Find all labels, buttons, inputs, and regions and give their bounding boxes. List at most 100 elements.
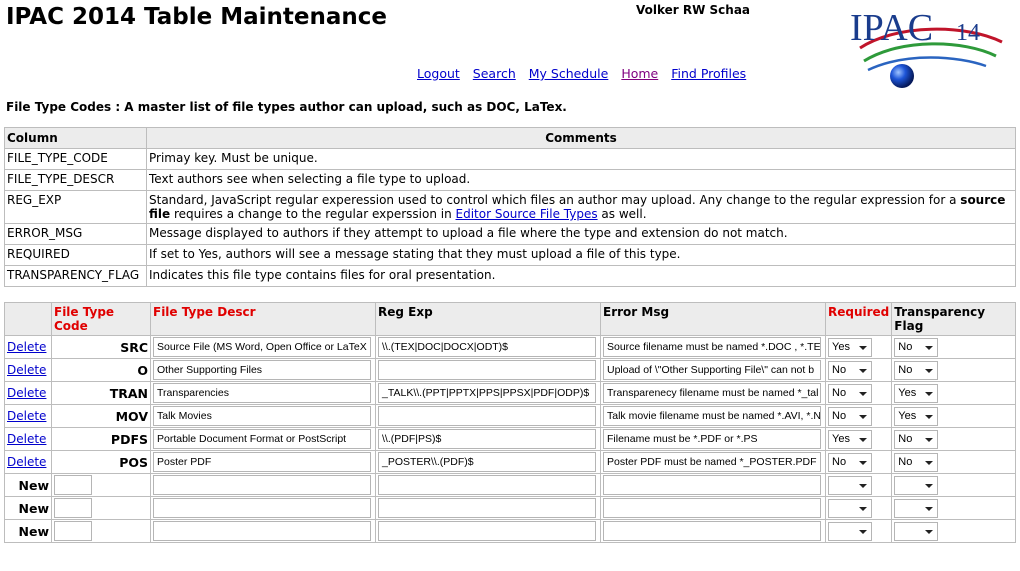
- delete-link[interactable]: Delete: [7, 455, 46, 469]
- transparency-select[interactable]: [894, 475, 939, 495]
- regexp-input[interactable]: _POSTER\\.(PDF)$: [378, 452, 596, 472]
- transparency-select[interactable]: No: [894, 429, 939, 449]
- required-select[interactable]: [828, 521, 872, 541]
- error-input[interactable]: Upload of \"Other Supporting File\" can …: [603, 360, 821, 380]
- descr-input[interactable]: [153, 475, 371, 495]
- action-cell: Delete: [4, 381, 52, 405]
- chevron-down-icon: [859, 391, 867, 396]
- column-comment: Indicates this file type contains files …: [146, 265, 1016, 287]
- regexp-cell: [375, 473, 601, 497]
- transparency-select[interactable]: No: [894, 452, 939, 472]
- regexp-cell: \\.(TEX|DOC|DOCX|ODT)$: [375, 335, 601, 359]
- top-nav: Logout Search My Schedule Home Find Prof…: [417, 66, 755, 81]
- required-header: Required: [824, 302, 893, 336]
- transparency-select[interactable]: Yes: [894, 406, 939, 426]
- regexp-cell: [375, 358, 601, 382]
- regexp-input[interactable]: _TALK\\.(PPT|PPTX|PPS|PPSX|PDF|ODP)$: [378, 383, 596, 403]
- table-row: Delete MOV Talk Movies Talk movie filename …: [4, 404, 1016, 428]
- regexp-input[interactable]: [378, 360, 596, 380]
- nav-search-link[interactable]: Search: [473, 66, 516, 81]
- nav-home-link[interactable]: Home: [621, 66, 658, 81]
- code-input[interactable]: [54, 475, 92, 495]
- required-select[interactable]: Yes: [828, 337, 872, 357]
- required-select[interactable]: No: [828, 383, 872, 403]
- error-input[interactable]: [603, 475, 821, 495]
- chevron-down-icon: [925, 391, 934, 396]
- error-input[interactable]: [603, 521, 821, 541]
- regexp-input[interactable]: \\.(TEX|DOC|DOCX|ODT)$: [378, 337, 596, 357]
- transparency-select[interactable]: [894, 521, 939, 541]
- code-input[interactable]: [54, 521, 92, 541]
- descr-input[interactable]: Other Supporting Files: [153, 360, 371, 380]
- delete-link[interactable]: Delete: [7, 432, 46, 446]
- code-cell: [51, 519, 151, 543]
- regexp-input[interactable]: [378, 521, 596, 541]
- code-input[interactable]: [54, 498, 92, 518]
- descr-input[interactable]: Transparencies: [153, 383, 371, 403]
- code-cell: TRAN: [51, 381, 151, 405]
- column-comment: Message displayed to authors if they att…: [146, 223, 1016, 245]
- descr-input[interactable]: Poster PDF: [153, 452, 371, 472]
- required-cell: [824, 496, 893, 520]
- code-cell: SRC: [51, 335, 151, 359]
- descr-input[interactable]: [153, 498, 371, 518]
- regexp-cell: _POSTER\\.(PDF)$: [375, 450, 601, 474]
- new-label: New: [4, 473, 52, 497]
- error-input[interactable]: Source filename must be named *.DOC , *.…: [603, 337, 821, 357]
- column-comment: If set to Yes, authors will see a messag…: [146, 244, 1016, 266]
- action-cell: Delete: [4, 358, 52, 382]
- logo-subtext: 14: [956, 20, 980, 46]
- required-select[interactable]: No: [828, 360, 872, 380]
- logo-swoosh-blue: [867, 56, 987, 72]
- regexp-cell: _TALK\\.(PPT|PPTX|PPS|PPSX|PDF|ODP)$: [375, 381, 601, 405]
- transparency-select[interactable]: No: [894, 337, 939, 357]
- transparency-select[interactable]: No: [894, 360, 939, 380]
- descr-cell: Source File (MS Word, Open Office or LaT…: [150, 335, 376, 359]
- nav-find-profiles-link[interactable]: Find Profiles: [671, 66, 746, 81]
- nav-logout-link[interactable]: Logout: [417, 66, 460, 81]
- required-select[interactable]: Yes: [828, 429, 872, 449]
- delete-link[interactable]: Delete: [7, 409, 46, 423]
- selected-value: No: [898, 363, 913, 376]
- transparency-cell: No: [891, 358, 1016, 382]
- required-select[interactable]: [828, 498, 872, 518]
- error-input[interactable]: Filename must be *.PDF or *.PS: [603, 429, 821, 449]
- descr-input[interactable]: Source File (MS Word, Open Office or LaT…: [153, 337, 371, 357]
- column-name: REQUIRED: [4, 244, 147, 266]
- descr-input[interactable]: [153, 521, 371, 541]
- column-comment: Text authors see when selecting a file t…: [146, 169, 1016, 191]
- regexp-input[interactable]: [378, 475, 596, 495]
- chevron-down-icon: [925, 506, 934, 511]
- table-description: File Type Codes : A master list of file …: [6, 100, 567, 114]
- column-name: REG_EXP: [4, 190, 147, 224]
- required-select[interactable]: No: [828, 406, 872, 426]
- regexp-input[interactable]: [378, 406, 596, 426]
- error-cell: Filename must be *.PDF or *.PS: [600, 427, 826, 451]
- regexp-input[interactable]: [378, 498, 596, 518]
- chevron-down-icon: [925, 368, 934, 373]
- required-select[interactable]: No: [828, 452, 872, 472]
- required-select[interactable]: [828, 475, 872, 495]
- descr-input[interactable]: Portable Document Format or PostScript: [153, 429, 371, 449]
- transparency-select[interactable]: [894, 498, 939, 518]
- descr-input[interactable]: Talk Movies: [153, 406, 371, 426]
- delete-link[interactable]: Delete: [7, 363, 46, 377]
- code-header: File Type Code: [51, 302, 151, 336]
- comment-text: requires a change to the regular experss…: [173, 207, 452, 221]
- error-input[interactable]: Talk movie filename must be named *.AVI,…: [603, 406, 821, 426]
- error-input[interactable]: Poster PDF must be named *_POSTER.PDF: [603, 452, 821, 472]
- chevron-down-icon: [859, 414, 867, 419]
- transparency-select[interactable]: Yes: [894, 383, 939, 403]
- descr-cell: Talk Movies: [150, 404, 376, 428]
- error-input[interactable]: [603, 498, 821, 518]
- delete-link[interactable]: Delete: [7, 386, 46, 400]
- delete-link[interactable]: Delete: [7, 340, 46, 354]
- editor-source-file-types-link[interactable]: Editor Source File Types: [456, 207, 598, 221]
- column-name: FILE_TYPE_DESCR: [4, 169, 147, 191]
- descr-cell: [150, 496, 376, 520]
- error-cell: [600, 496, 826, 520]
- regexp-input[interactable]: \\.(PDF|PS)$: [378, 429, 596, 449]
- file-types-grid: File Type Code File Type Descr Reg Exp E…: [4, 302, 1016, 543]
- error-input[interactable]: Transparenecy filename must be named *_t…: [603, 383, 821, 403]
- nav-my-schedule-link[interactable]: My Schedule: [529, 66, 609, 81]
